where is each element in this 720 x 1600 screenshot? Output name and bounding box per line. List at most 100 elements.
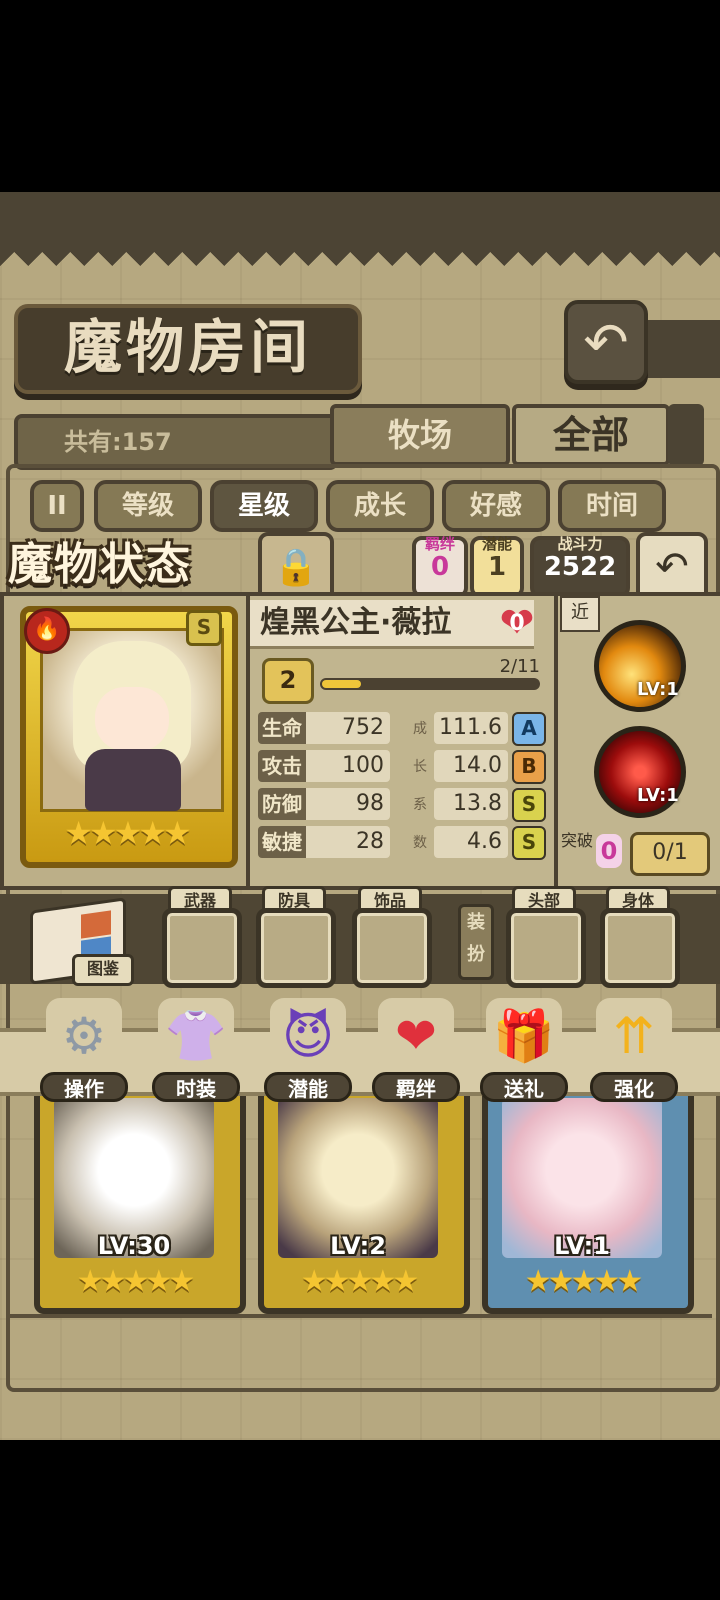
- growth-value: 14.0: [434, 750, 508, 782]
- grade-badge: S: [512, 826, 546, 860]
- skill-1-icon[interactable]: LV:1: [594, 620, 686, 712]
- power-label: 战斗力: [557, 535, 603, 553]
- action-label: 操作: [40, 1072, 128, 1102]
- breakthrough-row: 突破 0 0/1: [560, 831, 710, 876]
- weapon-slot[interactable]: [162, 908, 242, 988]
- action-bond-button[interactable]: ❤ 羁绊: [372, 992, 460, 1102]
- body-slot[interactable]: [600, 908, 680, 988]
- grade-badge: B: [512, 750, 546, 784]
- portrait-dress: [85, 749, 181, 811]
- fire-element-icon: 🔥: [24, 608, 70, 654]
- back-button[interactable]: ↶: [564, 300, 648, 384]
- portrait-face: [95, 687, 169, 751]
- power-value: 2522: [543, 552, 617, 582]
- monster-card-3[interactable]: LV:1 ★★★★★: [482, 1080, 694, 1314]
- action-outfit-button[interactable]: 👚 时装: [152, 992, 240, 1102]
- bond-label: 羁绊: [424, 535, 455, 553]
- sort-time-button[interactable]: 时间: [558, 480, 666, 532]
- potential-stat: 潜能 1: [470, 536, 524, 598]
- armor-slot[interactable]: [256, 908, 336, 988]
- xp-bar: [320, 678, 540, 690]
- portrait-art: [40, 628, 224, 812]
- action-upgrade-button[interactable]: ⇈ 强化: [590, 992, 678, 1102]
- accessory-slot[interactable]: [352, 908, 432, 988]
- monster-card-2[interactable]: LV:2 ★★★★★: [258, 1080, 470, 1314]
- action-label: 强化: [590, 1072, 678, 1102]
- range-tag: 近: [560, 596, 600, 632]
- stat-row-agility: 敏捷 28 4.6 S: [258, 826, 546, 860]
- back-icon: ↶: [583, 310, 629, 374]
- sort-affection-button[interactable]: 好感: [442, 480, 550, 532]
- game-screen: 魔物房间 ↶ 共有:157 牧场 全部 II 等级 星级 成长 好感 时间 魔物…: [0, 192, 720, 1440]
- stat-label: 生命: [258, 712, 306, 744]
- tab-all[interactable]: 全部: [512, 404, 670, 466]
- monster-card-stars: ★★★★★: [524, 1264, 643, 1299]
- action-label: 羁绊: [372, 1072, 460, 1102]
- growth-label-char: 系: [413, 797, 427, 813]
- breakthrough-value: 0: [596, 834, 622, 868]
- head-slot[interactable]: [506, 908, 586, 988]
- monster-card-1[interactable]: LV:30 ★★★★★: [34, 1080, 246, 1314]
- xp-text: 2/11: [499, 656, 540, 677]
- action-label: 时装: [152, 1072, 240, 1102]
- stat-value: 28: [306, 826, 390, 858]
- total-count: 共有:157: [64, 428, 172, 456]
- growth-value: 4.6: [434, 826, 508, 858]
- breakthrough-label: 突破: [560, 831, 593, 850]
- stat-row-defense: 防御 98 13.8 S: [258, 788, 546, 822]
- monster-card-level: LV:2: [330, 1232, 386, 1260]
- growth-label-char: 长: [413, 759, 427, 775]
- breakthrough-progress-button[interactable]: 0/1: [630, 832, 710, 876]
- fire-glyph: 🔥: [33, 617, 61, 642]
- sort-order-button[interactable]: II: [30, 480, 84, 532]
- xp-bar-fill: [322, 680, 361, 688]
- action-potential-button[interactable]: 😈 潜能: [264, 992, 352, 1102]
- top-right-strip: [646, 320, 720, 378]
- action-label: 送礼: [480, 1072, 568, 1102]
- grade-badge: S: [512, 788, 546, 822]
- action-operate-button[interactable]: ⚙ 操作: [40, 992, 128, 1102]
- level-badge: 2: [262, 658, 314, 704]
- tab-ranch[interactable]: 牧场: [330, 404, 510, 466]
- page-title-plate: 魔物房间: [14, 304, 362, 394]
- skill-2-icon[interactable]: LV:1: [594, 726, 686, 818]
- sort-growth-button[interactable]: 成长: [326, 480, 434, 532]
- stat-value: 100: [306, 750, 390, 782]
- action-label: 潜能: [264, 1072, 352, 1102]
- return-icon: ↶: [655, 544, 689, 590]
- affection-value: 0: [509, 611, 525, 636]
- stat-row-hp: 生命 752 111.6 A: [258, 712, 546, 746]
- hearts-icon: ❤: [378, 998, 454, 1074]
- stat-row-attack: 攻击 100 14.0 B: [258, 750, 546, 784]
- growth-coefficient-label: 成 长 系 数: [410, 710, 430, 862]
- top-border: [0, 192, 720, 266]
- rank-badge: S: [186, 610, 222, 646]
- page-title: 魔物房间: [63, 313, 312, 381]
- grade-badge: A: [512, 712, 546, 746]
- bottom-frame: [6, 1314, 712, 1332]
- status-title: 魔物状态: [8, 539, 192, 590]
- dress-up-label: 装扮: [458, 904, 494, 980]
- potential-value: 1: [487, 552, 507, 582]
- sort-level-button[interactable]: 等级: [94, 480, 202, 532]
- monster-card-stars: ★★★★★: [76, 1264, 195, 1299]
- growth-label-char: 数: [413, 835, 427, 851]
- upgrade-arrows-icon: ⇈: [596, 998, 672, 1074]
- sort-bar: II 等级 星级 成长 好感 时间: [30, 480, 710, 532]
- tab-edge: [668, 404, 704, 466]
- stat-value: 98: [306, 788, 390, 820]
- monster-card-stars: ★★★★★: [300, 1264, 419, 1299]
- action-gift-button[interactable]: 🎁 送礼: [480, 992, 568, 1102]
- bond-value: 0: [430, 552, 450, 582]
- growth-value: 13.8: [434, 788, 508, 820]
- monster-name: 煌黑公主·薇拉: [260, 605, 452, 640]
- sort-star-button[interactable]: 星级: [210, 480, 318, 532]
- stat-label: 攻击: [258, 750, 306, 782]
- gear-icon: ⚙: [46, 998, 122, 1074]
- star-rating: ★★★★★: [64, 814, 191, 852]
- gift-icon: 🎁: [486, 998, 562, 1074]
- outfit-icon: 👚: [158, 998, 234, 1074]
- stat-label: 防御: [258, 788, 306, 820]
- total-count-bar: 共有:157: [14, 414, 338, 470]
- monster-card-level: LV:1: [554, 1232, 610, 1260]
